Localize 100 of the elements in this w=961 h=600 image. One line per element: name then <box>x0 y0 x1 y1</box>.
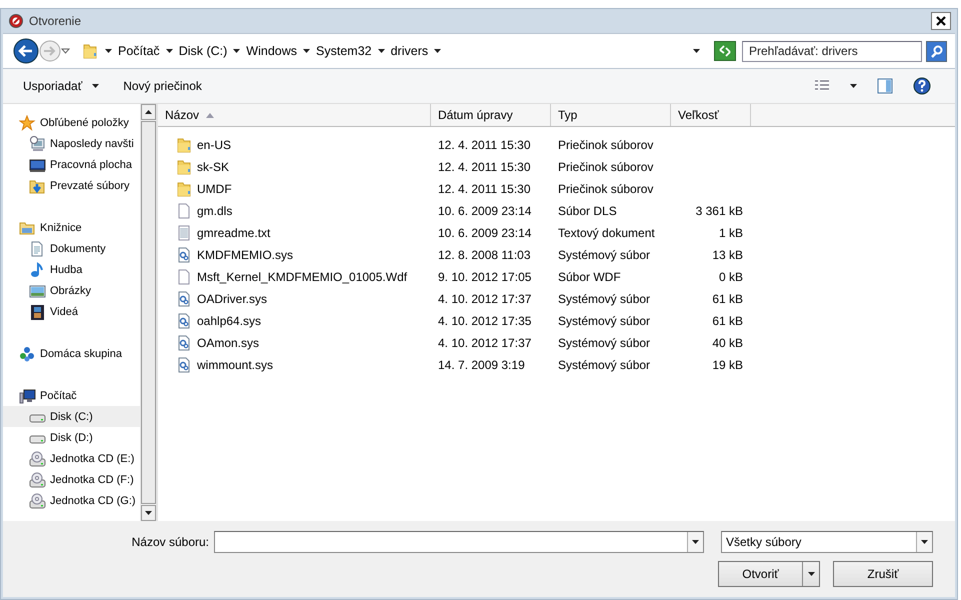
breadcrumb[interactable]: Počítač <box>118 44 160 58</box>
picture-icon <box>29 282 46 298</box>
search-icon <box>930 44 943 58</box>
caret-icon <box>692 540 699 544</box>
date-cell-text: 4. 10. 2012 17:37 <box>437 336 532 350</box>
nav-item[interactable]: Počítač <box>3 385 140 406</box>
caret-icon[interactable] <box>434 49 442 53</box>
nav-item[interactable]: Disk (C:) <box>3 406 140 427</box>
type-cell-text: Súbor WDF <box>557 270 622 284</box>
monitor-icon <box>29 156 46 172</box>
close-icon <box>936 16 946 26</box>
sort-arrow-icon <box>206 112 214 118</box>
filename-label: Názov súboru: <box>132 535 209 549</box>
scroll-down-icon <box>145 511 152 515</box>
back-button[interactable] <box>13 38 39 64</box>
caret-icon[interactable] <box>693 49 700 53</box>
filename-field[interactable] <box>214 531 704 553</box>
pane-icon <box>877 78 893 94</box>
column-header[interactable]: Typ <box>551 104 671 126</box>
organize-menu[interactable]: Usporiadať <box>15 75 108 97</box>
refresh-button[interactable] <box>714 41 736 61</box>
close-button[interactable] <box>931 12 951 30</box>
type-cell-text: Systémový súbor <box>557 314 652 328</box>
caret-icon[interactable] <box>105 49 112 53</box>
scrollbar[interactable] <box>140 104 156 521</box>
cancel-button[interactable]: Zrušiť <box>833 561 933 587</box>
size-cell-text: 40 kB <box>711 336 744 350</box>
caret-icon[interactable] <box>166 49 173 53</box>
history-caret-icon[interactable] <box>61 48 70 54</box>
search-button[interactable] <box>926 40 947 62</box>
column-header[interactable]: Veľkosť <box>671 104 751 126</box>
size-cell-text: 61 kB <box>711 292 744 306</box>
column-header[interactable]: Dátum úpravy <box>431 104 551 126</box>
size-cell-text: 1 kB <box>718 226 744 240</box>
nav-item[interactable]: Jednotka CD (F:) <box>3 469 140 490</box>
nav-item[interactable]: Jednotka CD (E:) <box>3 448 140 469</box>
file-name[interactable]: oahlp64.sys <box>197 314 262 328</box>
size-cell-text: 13 kB <box>711 248 744 262</box>
size-cell-text: 3 361 kB <box>694 204 744 218</box>
nav-item[interactable]: Obľúbené položky <box>3 112 140 133</box>
star-icon <box>19 114 36 130</box>
open-button[interactable]: Otvoriť <box>718 561 820 587</box>
date-cell-text: 4. 10. 2012 17:37 <box>437 292 532 306</box>
file-name[interactable]: OAmon.sys <box>197 336 260 350</box>
music-note-icon <box>29 262 46 278</box>
date-cell-text: 4. 10. 2012 17:35 <box>437 314 532 328</box>
type-cell-text: Priečinok súborov <box>557 182 654 196</box>
column-header[interactable]: Názov <box>158 104 431 126</box>
breadcrumb[interactable]: drivers <box>390 44 428 58</box>
date-cell-text: 10. 6. 2009 23:14 <box>437 204 532 218</box>
app-icon <box>9 14 23 28</box>
size-cell-text: 19 kB <box>711 358 744 372</box>
scroll-up-icon <box>145 110 152 114</box>
file-type-dropdown[interactable]: Všetky súbory <box>721 531 933 553</box>
type-cell-text: Systémový súbor <box>557 336 652 350</box>
nav-item[interactable]: Pracovná plocha <box>3 154 140 175</box>
nav-item[interactable]: Domáca skupina <box>3 343 140 364</box>
breadcrumb[interactable]: Disk (C:) <box>178 44 228 58</box>
folder-arrow-icon <box>29 178 46 194</box>
folder-icon <box>176 137 193 153</box>
breadcrumb[interactable]: System32 <box>316 44 372 58</box>
date-cell-text: 9. 10. 2012 17:05 <box>437 270 532 284</box>
date-cell-text: 12. 4. 2011 15:30 <box>437 138 532 152</box>
computer-icon <box>19 388 36 404</box>
nav-item[interactable]: Videá <box>3 301 140 322</box>
file-name[interactable]: en-US <box>197 138 232 152</box>
folder-icon <box>176 159 193 175</box>
nav-item[interactable]: Prevzaté súbory <box>3 175 140 196</box>
file-name[interactable]: UMDF <box>197 182 232 196</box>
date-cell-text: 12. 4. 2011 15:30 <box>437 182 532 196</box>
nav-item[interactable]: Naposledy navšti <box>3 133 140 154</box>
caret-icon[interactable] <box>233 49 240 53</box>
file-name[interactable]: KMDFMEMIO.sys <box>197 248 293 262</box>
file-name[interactable]: Msft_Kernel_KMDFMEMIO_01005.Wdf <box>197 270 408 284</box>
date-cell-text: 10. 6. 2009 23:14 <box>437 226 532 240</box>
file-name[interactable]: OADriver.sys <box>197 292 268 306</box>
nav-item[interactable]: Knižnice <box>3 217 140 238</box>
film-icon <box>29 304 46 320</box>
type-cell-text: Priečinok súborov <box>557 138 654 152</box>
nav-item[interactable]: Obrázky <box>3 280 140 301</box>
caret-icon[interactable] <box>378 49 385 53</box>
file-name[interactable]: gm.dls <box>197 204 232 218</box>
file-name[interactable]: sk-SK <box>197 160 230 174</box>
type-cell-text: Priečinok súborov <box>557 160 654 174</box>
file-name[interactable]: gmreadme.txt <box>197 226 270 240</box>
type-cell-text: Systémový súbor <box>557 358 652 372</box>
file-name[interactable]: wimmount.sys <box>197 358 274 372</box>
new-folder-button[interactable]: Nový priečinok <box>115 75 210 97</box>
folder-icon <box>176 181 193 197</box>
network-icon <box>19 346 36 362</box>
cd-drive-icon <box>29 472 46 488</box>
nav-item[interactable]: Dokumenty <box>3 238 140 259</box>
folder-icon <box>82 43 99 59</box>
caret-icon[interactable] <box>303 49 310 53</box>
nav-item[interactable]: Jednotka CD (G:) <box>3 490 140 511</box>
search-field[interactable]: Prehľadávať: drivers <box>742 40 922 62</box>
nav-item[interactable]: Disk (D:) <box>3 427 140 448</box>
breadcrumb[interactable]: Windows <box>246 44 298 58</box>
nav-item[interactable]: Hudba <box>3 259 140 280</box>
window-title: Otvorenie <box>29 14 82 28</box>
